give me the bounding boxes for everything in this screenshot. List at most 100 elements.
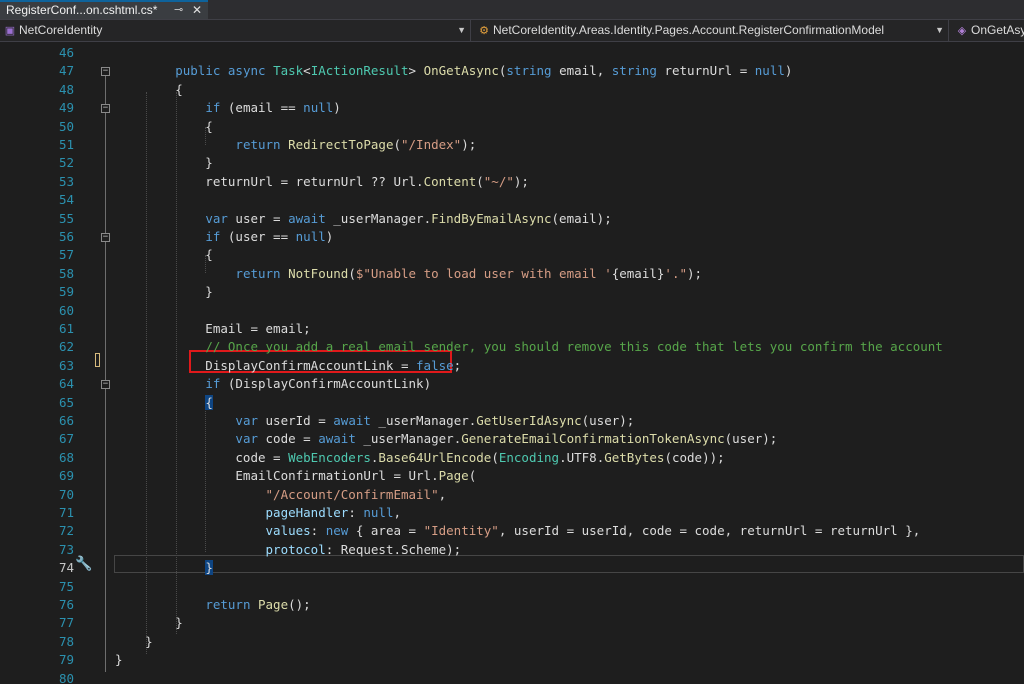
code-line[interactable]: 72 values: new { area = "Identity", user… bbox=[0, 522, 1024, 540]
navigation-bar: ▣ NetCoreIdentity ▼ ⚙ NetCoreIdentity.Area… bbox=[0, 20, 1024, 42]
code-text: // Once you add a real email sender, you… bbox=[205, 339, 943, 355]
code-line[interactable]: 51 return RedirectToPage("/Index"); bbox=[0, 136, 1024, 154]
line-number: 54 bbox=[58, 192, 74, 208]
code-text: } bbox=[115, 652, 123, 668]
line-number: 59 bbox=[58, 284, 74, 300]
line-number: 53 bbox=[58, 173, 74, 189]
line-number: 56 bbox=[58, 229, 74, 244]
code-text: values: new { area = "Identity", userId … bbox=[265, 523, 921, 539]
line-number: 74 bbox=[58, 560, 74, 576]
code-line[interactable]: 58 return NotFound($"Unable to load user… bbox=[0, 265, 1024, 283]
code-line[interactable]: 63 DisplayConfirmAccountLink = false; bbox=[0, 357, 1024, 375]
code-line[interactable]: 59 } bbox=[0, 283, 1024, 301]
code-line[interactable]: 66 var userId = await _userManager.GetUs… bbox=[0, 412, 1024, 430]
code-text: if (DisplayConfirmAccountLink) bbox=[205, 376, 432, 392]
line-number: 62 bbox=[58, 339, 74, 355]
code-line[interactable]: 56 − if (user == null) bbox=[0, 228, 1024, 246]
code-line[interactable]: 67 var code = await _userManager.Generat… bbox=[0, 430, 1024, 448]
code-line[interactable]: 68 code = WebEncoders.Base64UrlEncode(En… bbox=[0, 449, 1024, 467]
project-dropdown[interactable]: ▣ NetCoreIdentity ▼ bbox=[0, 20, 471, 41]
code-text: { bbox=[115, 81, 183, 97]
code-line[interactable]: 47 − public async Task<IActionResult> OnG… bbox=[0, 62, 1024, 80]
collapse-toggle-icon[interactable]: − bbox=[101, 380, 110, 390]
code-line[interactable]: 78 } bbox=[0, 633, 1024, 651]
line-number: 80 bbox=[58, 670, 74, 684]
code-line[interactable]: 54 bbox=[0, 191, 1024, 209]
line-number: 66 bbox=[58, 413, 74, 428]
line-number: 79 bbox=[58, 652, 74, 668]
line-number: 68 bbox=[58, 449, 74, 465]
collapse-toggle-icon[interactable]: − bbox=[101, 67, 110, 77]
code-line[interactable]: 57 { bbox=[0, 246, 1024, 264]
code-text: DisplayConfirmAccountLink = false; bbox=[115, 357, 462, 373]
csharp-project-icon: ▣ bbox=[4, 25, 16, 37]
code-line[interactable]: 49 − if (email == null) bbox=[0, 99, 1024, 117]
code-line[interactable]: 46 bbox=[0, 44, 1024, 62]
line-number: 70 bbox=[58, 486, 74, 502]
code-line[interactable]: 73 protocol: Request.Scheme); bbox=[0, 541, 1024, 559]
code-text: { bbox=[205, 394, 213, 410]
member-dropdown[interactable]: ◈ OnGetAsy bbox=[952, 20, 1024, 41]
close-icon[interactable]: ✕ bbox=[192, 2, 202, 18]
line-number: 48 bbox=[58, 81, 74, 97]
code-line[interactable]: 77 } bbox=[0, 614, 1024, 632]
member-dropdown-label: OnGetAsy bbox=[971, 23, 1024, 37]
line-number: 76 bbox=[58, 597, 74, 612]
code-text: if (email == null) bbox=[205, 100, 341, 116]
code-line[interactable]: 70 "/Account/ConfirmEmail", bbox=[0, 486, 1024, 504]
code-text: return NotFound($"Unable to load user wi… bbox=[235, 265, 703, 281]
code-line[interactable]: 74 } bbox=[0, 559, 1024, 577]
code-text: } bbox=[205, 560, 213, 576]
code-line[interactable]: 48 { bbox=[0, 81, 1024, 99]
code-text: var code = await _userManager.GenerateEm… bbox=[235, 431, 778, 447]
code-line[interactable]: 65 { bbox=[0, 394, 1024, 412]
project-dropdown-label: NetCoreIdentity bbox=[19, 23, 103, 37]
code-text: "/Account/ConfirmEmail", bbox=[265, 486, 447, 502]
code-line[interactable]: 69 EmailConfirmationUrl = Url.Page( bbox=[0, 467, 1024, 485]
collapse-toggle-icon[interactable]: − bbox=[101, 233, 110, 242]
line-number: 58 bbox=[58, 265, 74, 281]
line-number: 50 bbox=[58, 118, 74, 134]
code-text: return Page(); bbox=[205, 597, 311, 612]
line-number: 73 bbox=[58, 541, 74, 557]
code-line[interactable]: 75 bbox=[0, 578, 1024, 596]
code-line[interactable]: 71 pageHandler: null, bbox=[0, 504, 1024, 522]
code-line[interactable]: 76 return Page(); bbox=[0, 596, 1024, 614]
code-text: if (user == null) bbox=[205, 229, 334, 244]
code-text: Email = email; bbox=[115, 321, 311, 336]
line-number: 55 bbox=[58, 210, 74, 226]
chevron-down-icon: ▼ bbox=[935, 25, 944, 35]
line-number: 49 bbox=[58, 100, 74, 116]
code-line[interactable]: 64 − if (DisplayConfirmAccountLink) bbox=[0, 375, 1024, 393]
line-number: 71 bbox=[58, 505, 74, 520]
tab-register-confirmation[interactable]: RegisterConf...on.cshtml.cs* ⊸ ✕ bbox=[0, 0, 208, 19]
code-line[interactable]: 53 returnUrl = returnUrl ?? Url.Content(… bbox=[0, 173, 1024, 191]
line-number: 51 bbox=[58, 137, 74, 152]
code-text: } bbox=[115, 284, 213, 300]
line-number: 65 bbox=[58, 394, 74, 410]
code-line[interactable]: 55 var user = await _userManager.FindByE… bbox=[0, 210, 1024, 228]
code-text: var userId = await _userManager.GetUserI… bbox=[235, 413, 635, 428]
line-number: 61 bbox=[58, 321, 74, 336]
type-dropdown[interactable]: ⚙ NetCoreIdentity.Areas.Identity.Pages.Ac… bbox=[474, 20, 949, 41]
code-editor[interactable]: 🔧 46 47− public async Task<IActionResult>… bbox=[0, 42, 1024, 684]
method-icon: ◈ bbox=[957, 25, 967, 37]
line-number: 63 bbox=[58, 357, 74, 373]
class-icon: ⚙ bbox=[479, 25, 489, 37]
line-number: 52 bbox=[58, 155, 74, 171]
tab-title: RegisterConf...on.cshtml.cs* bbox=[6, 3, 158, 17]
code-line[interactable]: 61 Email = email; bbox=[0, 320, 1024, 338]
code-line[interactable]: 80 bbox=[0, 670, 1024, 684]
line-number: 75 bbox=[58, 578, 74, 594]
code-text: code = WebEncoders.Base64UrlEncode(Encod… bbox=[115, 449, 725, 465]
code-line[interactable]: 52 } bbox=[0, 154, 1024, 172]
code-line[interactable]: 60 bbox=[0, 302, 1024, 320]
code-text: } bbox=[115, 615, 183, 631]
code-line[interactable]: 79} bbox=[0, 651, 1024, 669]
collapse-toggle-icon[interactable]: − bbox=[101, 104, 110, 114]
code-line[interactable]: 62 // Once you add a real email sender, … bbox=[0, 338, 1024, 356]
code-line[interactable]: 50 { bbox=[0, 118, 1024, 136]
line-number: 47 bbox=[58, 63, 74, 79]
code-text: { bbox=[115, 118, 213, 134]
pin-icon[interactable]: ⊸ bbox=[174, 2, 183, 18]
